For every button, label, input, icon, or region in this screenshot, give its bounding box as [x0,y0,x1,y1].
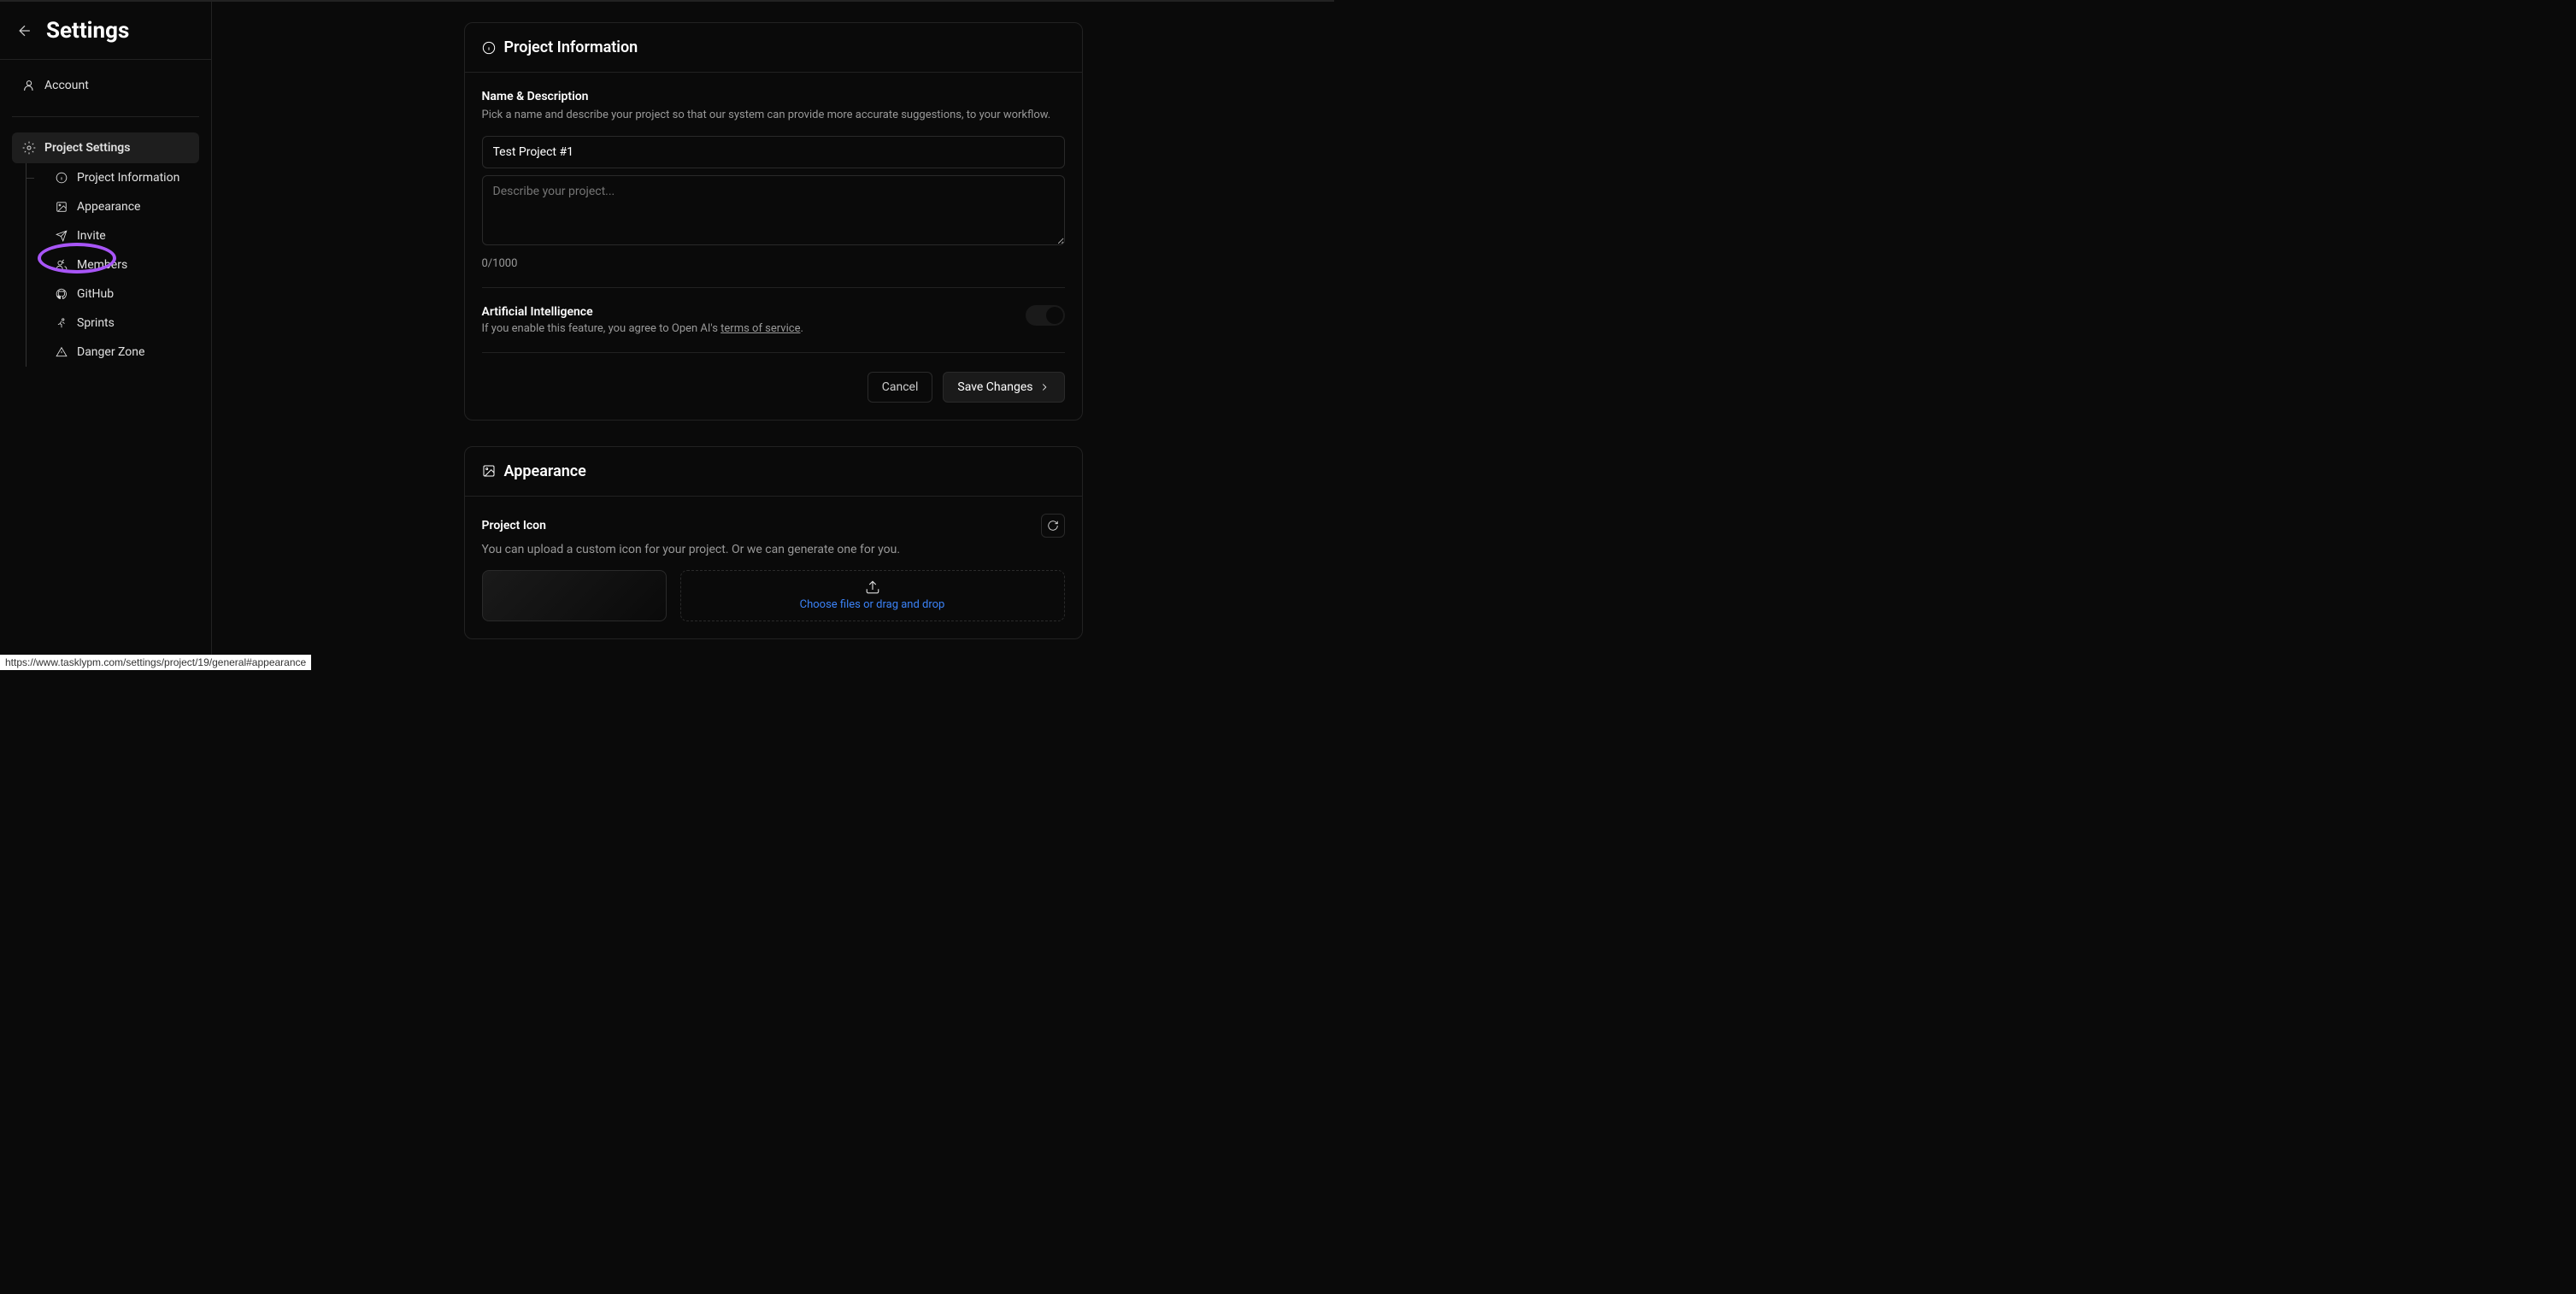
user-icon [22,79,36,92]
cancel-button[interactable]: Cancel [867,372,933,403]
sidebar-item-label: Project Settings [44,141,130,155]
sidebar-sub-danger-zone[interactable]: Danger Zone [12,338,199,367]
sidebar-nav: Account Project Settings Project Informa… [0,60,211,670]
terms-of-service-link[interactable]: terms of service [720,322,800,335]
sidebar-sub-label: GitHub [77,287,114,301]
ai-label: Artificial Intelligence [482,305,1009,319]
sidebar: Settings Account Project Settings Projec… [0,2,212,670]
sidebar-sub-project-information[interactable]: Project Information [12,163,199,192]
image-icon [482,464,496,478]
running-icon [55,316,68,330]
main-content: Project Information Name & Description P… [212,2,1334,670]
sidebar-sub-label: Sprints [77,316,115,330]
divider [12,116,199,117]
upload-icon [865,579,880,595]
sidebar-sub-label: Appearance [77,200,140,214]
project-icon-label: Project Icon [482,519,546,532]
sidebar-item-project-settings[interactable]: Project Settings [12,132,199,163]
send-icon [55,229,68,243]
project-description-textarea[interactable] [482,175,1065,245]
panel-header: Project Information [465,23,1082,73]
users-icon [55,258,68,272]
char-count: 0/1000 [482,257,1065,270]
sidebar-sub-invite[interactable]: Invite [12,221,199,250]
chevron-right-icon [1038,381,1050,393]
ai-toggle[interactable] [1026,305,1065,326]
status-bar-url: https://www.tasklypm.com/settings/projec… [0,655,311,670]
info-icon [55,171,68,185]
sidebar-sub-label: Project Information [77,171,179,185]
appearance-panel: Appearance Project Icon You can upload a… [464,446,1083,639]
name-description-help: Pick a name and describe your project so… [482,107,1065,124]
sidebar-sub-members[interactable]: Members [12,250,199,279]
info-icon [482,41,496,55]
sidebar-sub-label: Invite [77,229,106,243]
upload-dropzone[interactable]: Choose files or drag and drop [680,570,1065,621]
upload-text: Choose files or drag and drop [800,598,945,611]
regenerate-icon-button[interactable] [1041,514,1065,538]
ai-help-text: If you enable this feature, you agree to… [482,322,1009,335]
sidebar-sub-label: Danger Zone [77,345,144,359]
icon-preview [482,570,667,621]
sidebar-sub-github[interactable]: GitHub [12,279,199,309]
github-icon [55,287,68,301]
refresh-icon [1047,520,1059,532]
divider [482,287,1065,288]
gear-icon [22,141,36,155]
name-description-label: Name & Description [482,90,1065,103]
sidebar-header: Settings [0,2,211,60]
sidebar-item-label: Account [44,79,89,92]
sidebar-sub-sprints[interactable]: Sprints [12,309,199,338]
sidebar-sub-appearance[interactable]: Appearance [12,192,199,221]
project-information-panel: Project Information Name & Description P… [464,22,1083,421]
page-title: Settings [46,18,129,44]
divider [482,352,1065,353]
panel-header: Appearance [465,447,1082,497]
panel-title: Appearance [504,462,586,480]
save-changes-button[interactable]: Save Changes [943,372,1064,403]
back-arrow-icon[interactable] [15,21,34,40]
project-icon-help: You can upload a custom icon for your pr… [482,543,1065,556]
sidebar-sub-label: Members [77,258,127,272]
warning-icon [55,345,68,359]
image-icon [55,200,68,214]
sidebar-item-account[interactable]: Account [12,70,199,101]
panel-title: Project Information [504,38,638,56]
project-name-input[interactable] [482,136,1065,168]
